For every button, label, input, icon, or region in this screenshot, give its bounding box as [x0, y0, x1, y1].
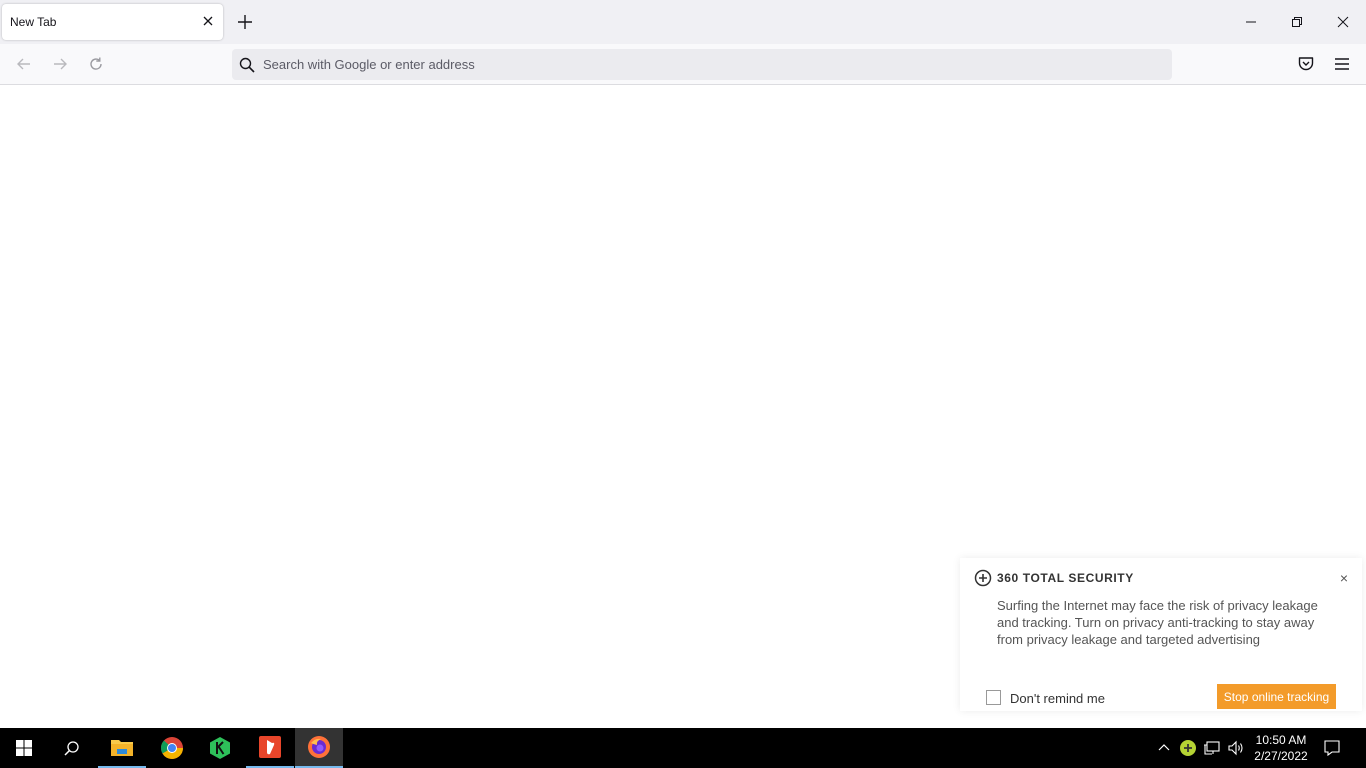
- new-tab-button[interactable]: [233, 10, 257, 34]
- taskbar-kite[interactable]: [196, 728, 244, 768]
- taskbar-chrome[interactable]: [148, 728, 196, 768]
- menu-button[interactable]: [1330, 52, 1354, 76]
- pocket-button[interactable]: [1294, 52, 1318, 76]
- start-button[interactable]: [0, 728, 48, 768]
- stop-online-tracking-button[interactable]: Stop online tracking: [1217, 684, 1336, 709]
- dont-remind-checkbox[interactable]: [986, 690, 1001, 705]
- chrome-icon: [161, 737, 183, 759]
- tray-volume[interactable]: [1226, 738, 1246, 758]
- clock-date: 2/27/2022: [1254, 749, 1308, 763]
- action-center-button[interactable]: [1322, 738, 1342, 758]
- taskbar-clock[interactable]: 10:50 AM 2/27/2022: [1252, 732, 1310, 764]
- 360-security-tray-icon: [1180, 740, 1196, 756]
- tablet-pro-icon: [259, 736, 281, 758]
- restore-button[interactable]: [1274, 0, 1320, 44]
- forward-button[interactable]: [48, 52, 72, 76]
- windows-icon: [16, 740, 32, 756]
- taskbar-tablet-pro[interactable]: [246, 728, 294, 768]
- network-icon: [1204, 741, 1220, 755]
- dont-remind-label[interactable]: Don't remind me: [1010, 691, 1105, 706]
- popup-title: 360 TOTAL SECURITY: [997, 571, 1134, 585]
- popup-message: Surfing the Internet may face the risk o…: [997, 598, 1318, 647]
- file-explorer-icon: [111, 740, 133, 756]
- clock-time: 10:50 AM: [1255, 733, 1307, 747]
- taskbar-firefox[interactable]: [295, 728, 343, 768]
- close-window-button[interactable]: [1320, 0, 1366, 44]
- popup-close-button[interactable]: ×: [1340, 571, 1348, 585]
- reload-button[interactable]: [84, 52, 108, 76]
- tab-new-tab[interactable]: New Tab: [2, 4, 223, 40]
- notification-icon: [1324, 740, 1340, 757]
- tray-overflow-button[interactable]: [1154, 738, 1174, 758]
- tab-strip: New Tab: [0, 0, 1366, 44]
- firefox-icon: [308, 736, 330, 758]
- taskbar-file-explorer[interactable]: [98, 728, 146, 768]
- security-notification: 360 TOTAL SECURITY × Surfing the Interne…: [960, 558, 1362, 711]
- minimize-button[interactable]: [1228, 0, 1274, 44]
- tray-network[interactable]: [1202, 738, 1222, 758]
- taskbar: 10:50 AM 2/27/2022: [0, 728, 1366, 768]
- url-input[interactable]: Search with Google or enter address: [263, 57, 475, 72]
- search-icon: [238, 56, 256, 74]
- navigation-toolbar: Search with Google or enter address: [0, 44, 1366, 85]
- tab-title: New Tab: [10, 15, 57, 29]
- volume-icon: [1228, 740, 1243, 756]
- tab-close-icon[interactable]: [201, 14, 215, 28]
- url-bar[interactable]: Search with Google or enter address: [232, 49, 1172, 80]
- tray-360-security[interactable]: [1178, 738, 1198, 758]
- 360-logo-icon: [974, 569, 992, 587]
- chevron-up-icon: [1158, 744, 1170, 751]
- taskbar-search-icon: [64, 741, 79, 756]
- search-button[interactable]: [48, 728, 96, 768]
- kite-icon: [210, 737, 230, 759]
- back-button[interactable]: [12, 52, 36, 76]
